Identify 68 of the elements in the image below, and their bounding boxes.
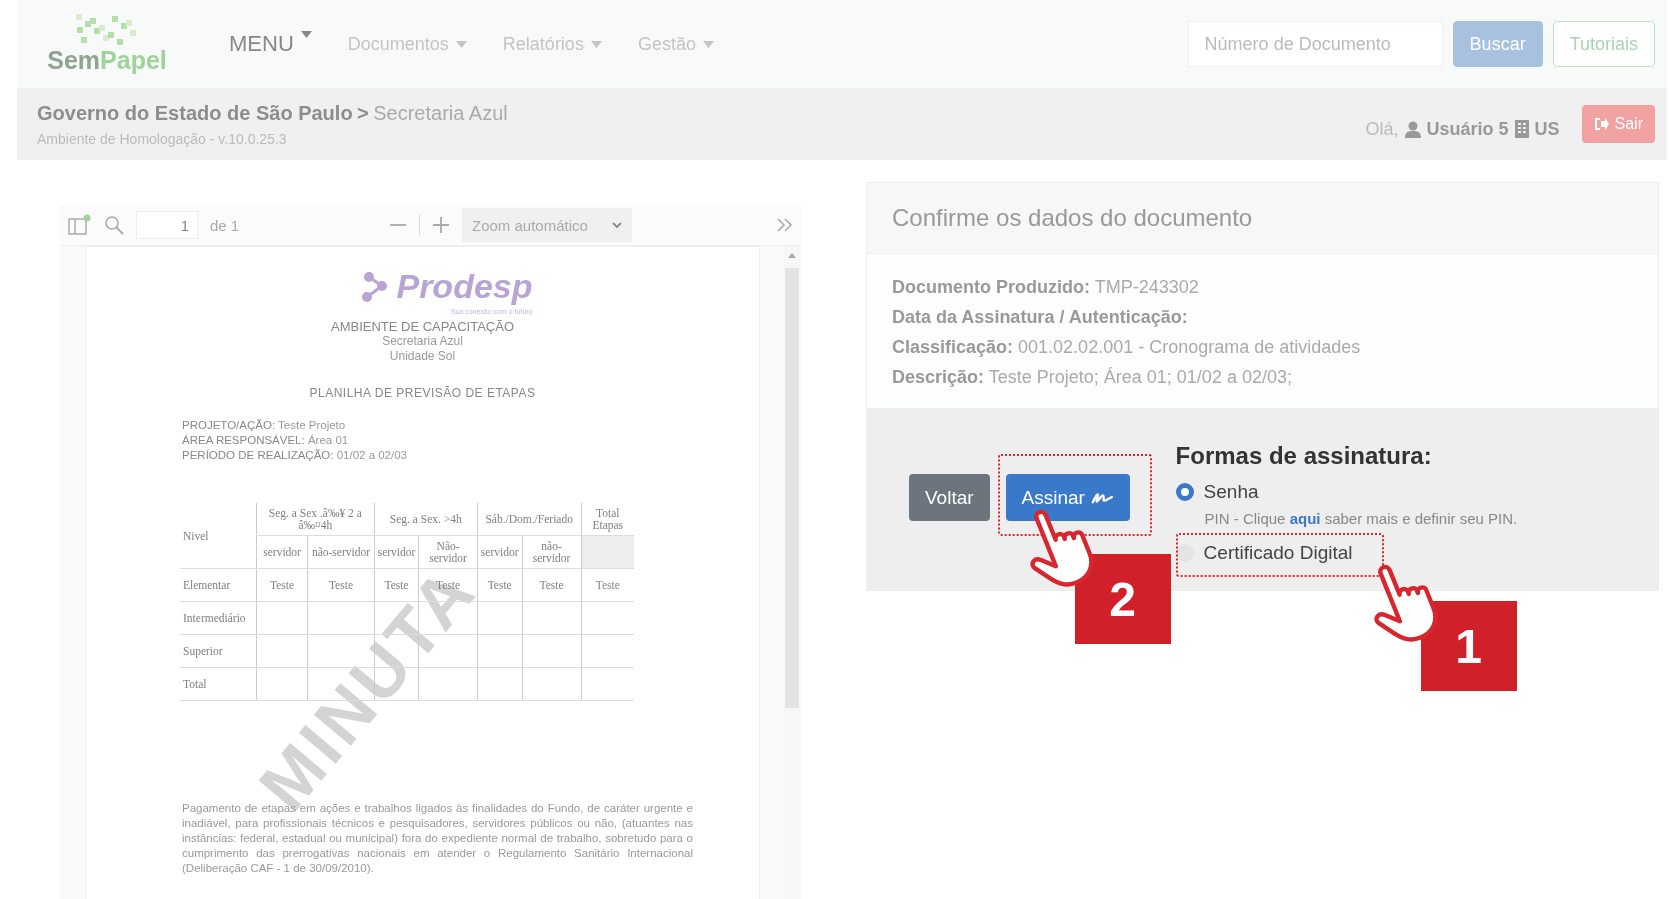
breadcrumb-separator: > [357, 101, 369, 124]
scroll-up-icon[interactable] [787, 252, 796, 258]
table-cell: Teste [581, 568, 634, 602]
document-field: PROJETO/AÇÃO: Teste Projeto [182, 418, 759, 433]
logout-button[interactable]: Sair [1581, 105, 1655, 143]
hint-text: PIN - Clique aqui saber mais e definir seu PIN. [1204, 510, 1518, 527]
page-number-field[interactable]: 1 [136, 211, 198, 239]
search-icon[interactable] [104, 215, 124, 235]
table-header: Seg. a Sex .â‰¥ 2 a â‰¤4h [256, 503, 375, 536]
table-header: servidor [256, 535, 308, 569]
tutorials-button[interactable]: Tutoriais [1552, 21, 1655, 67]
table-cell: Intermediário [180, 601, 257, 635]
document-field: PERÍODO DE REALIZAÇÃO: 01/02 a 02/03 [182, 448, 759, 463]
table-header: Nivel [180, 503, 257, 569]
document-field: Data da Assinatura / Autenticação: [892, 306, 1633, 328]
table-header: Não-servidor [418, 535, 478, 569]
document-field: Documento Produzido: TMP-243302 [892, 276, 1633, 298]
document-field: Descrição: Teste Projeto; Área 01; 01/02 a 02/03; [892, 366, 1633, 388]
unit-name: US [1534, 118, 1560, 140]
table-cell: Total [180, 667, 257, 701]
document-heading: Secretaria Azul [381, 334, 464, 349]
logo-icon [76, 13, 138, 46]
caret-icon [300, 31, 312, 38]
breadcrumb-item: Secretaria Azul [373, 101, 508, 124]
caret-icon [455, 40, 467, 48]
step-badge: 2 [1074, 554, 1171, 644]
table-header: Sáb./Dom./Feriado [477, 503, 582, 536]
table-header: Total Etapas [581, 503, 634, 536]
sign-button[interactable]: Assinar [1005, 474, 1130, 521]
step-badge: 1 [1420, 601, 1517, 691]
table-header: servidor [477, 535, 523, 569]
radio-option[interactable]: Certificado Digital [1175, 539, 1353, 567]
table-header: Seg. a Sex. >4h [374, 503, 478, 536]
table-cell: Elementar [180, 568, 257, 602]
section-title: Formas de assinatura: [1175, 442, 1433, 470]
document-heading: Unidade Sol [388, 349, 457, 364]
search-field[interactable]: Número de Documento [1187, 21, 1443, 67]
table-cell: Teste [522, 568, 582, 602]
search-button[interactable]: Buscar [1452, 21, 1543, 67]
table-cell: Teste [477, 568, 523, 602]
sign-out-icon [1593, 117, 1609, 131]
caret-icon [702, 40, 714, 48]
brand-logo: Prodesp [396, 267, 533, 306]
document-field: ÁREA RESPONSÁVEL: Área 01 [182, 433, 759, 448]
document-heading: AMBIENTE DE CAPACITAÇÃO [330, 319, 515, 334]
user-name: Usuário 5 [1426, 118, 1509, 140]
breadcrumb-link[interactable]: Governo do Estado de São Paulo [37, 101, 353, 124]
app-logo: SemPapel [47, 45, 167, 75]
page-count: de 1 [210, 216, 240, 234]
table-header: não-servidor [307, 535, 375, 569]
table-header: servidor [374, 535, 419, 569]
table-cell: Superior [180, 634, 257, 668]
radio-option[interactable]: Senha [1175, 478, 1259, 506]
caret-icon [590, 40, 602, 48]
nav-menu[interactable]: MENU [229, 31, 312, 57]
zoom-select[interactable]: Zoom automático [462, 208, 632, 242]
document-title: PLANILHA DE PREVISÃO DE ETAPAS [308, 386, 537, 400]
document-field: Classificação: 001.02.02.001 - Cronograma de atividades [892, 336, 1633, 358]
sidebar-toggle-icon[interactable] [68, 214, 92, 236]
user-icon [1404, 120, 1421, 138]
chevron-down-icon [612, 221, 622, 229]
more-info-link[interactable]: aqui [1289, 510, 1321, 527]
double-chevron-icon[interactable] [776, 217, 794, 233]
signature-icon [1090, 490, 1114, 505]
back-button[interactable]: Voltar [909, 474, 990, 521]
zoom-in-icon[interactable] [432, 216, 450, 234]
card-title: Confirme os dados do documento [892, 204, 1253, 232]
building-icon [1514, 120, 1529, 138]
